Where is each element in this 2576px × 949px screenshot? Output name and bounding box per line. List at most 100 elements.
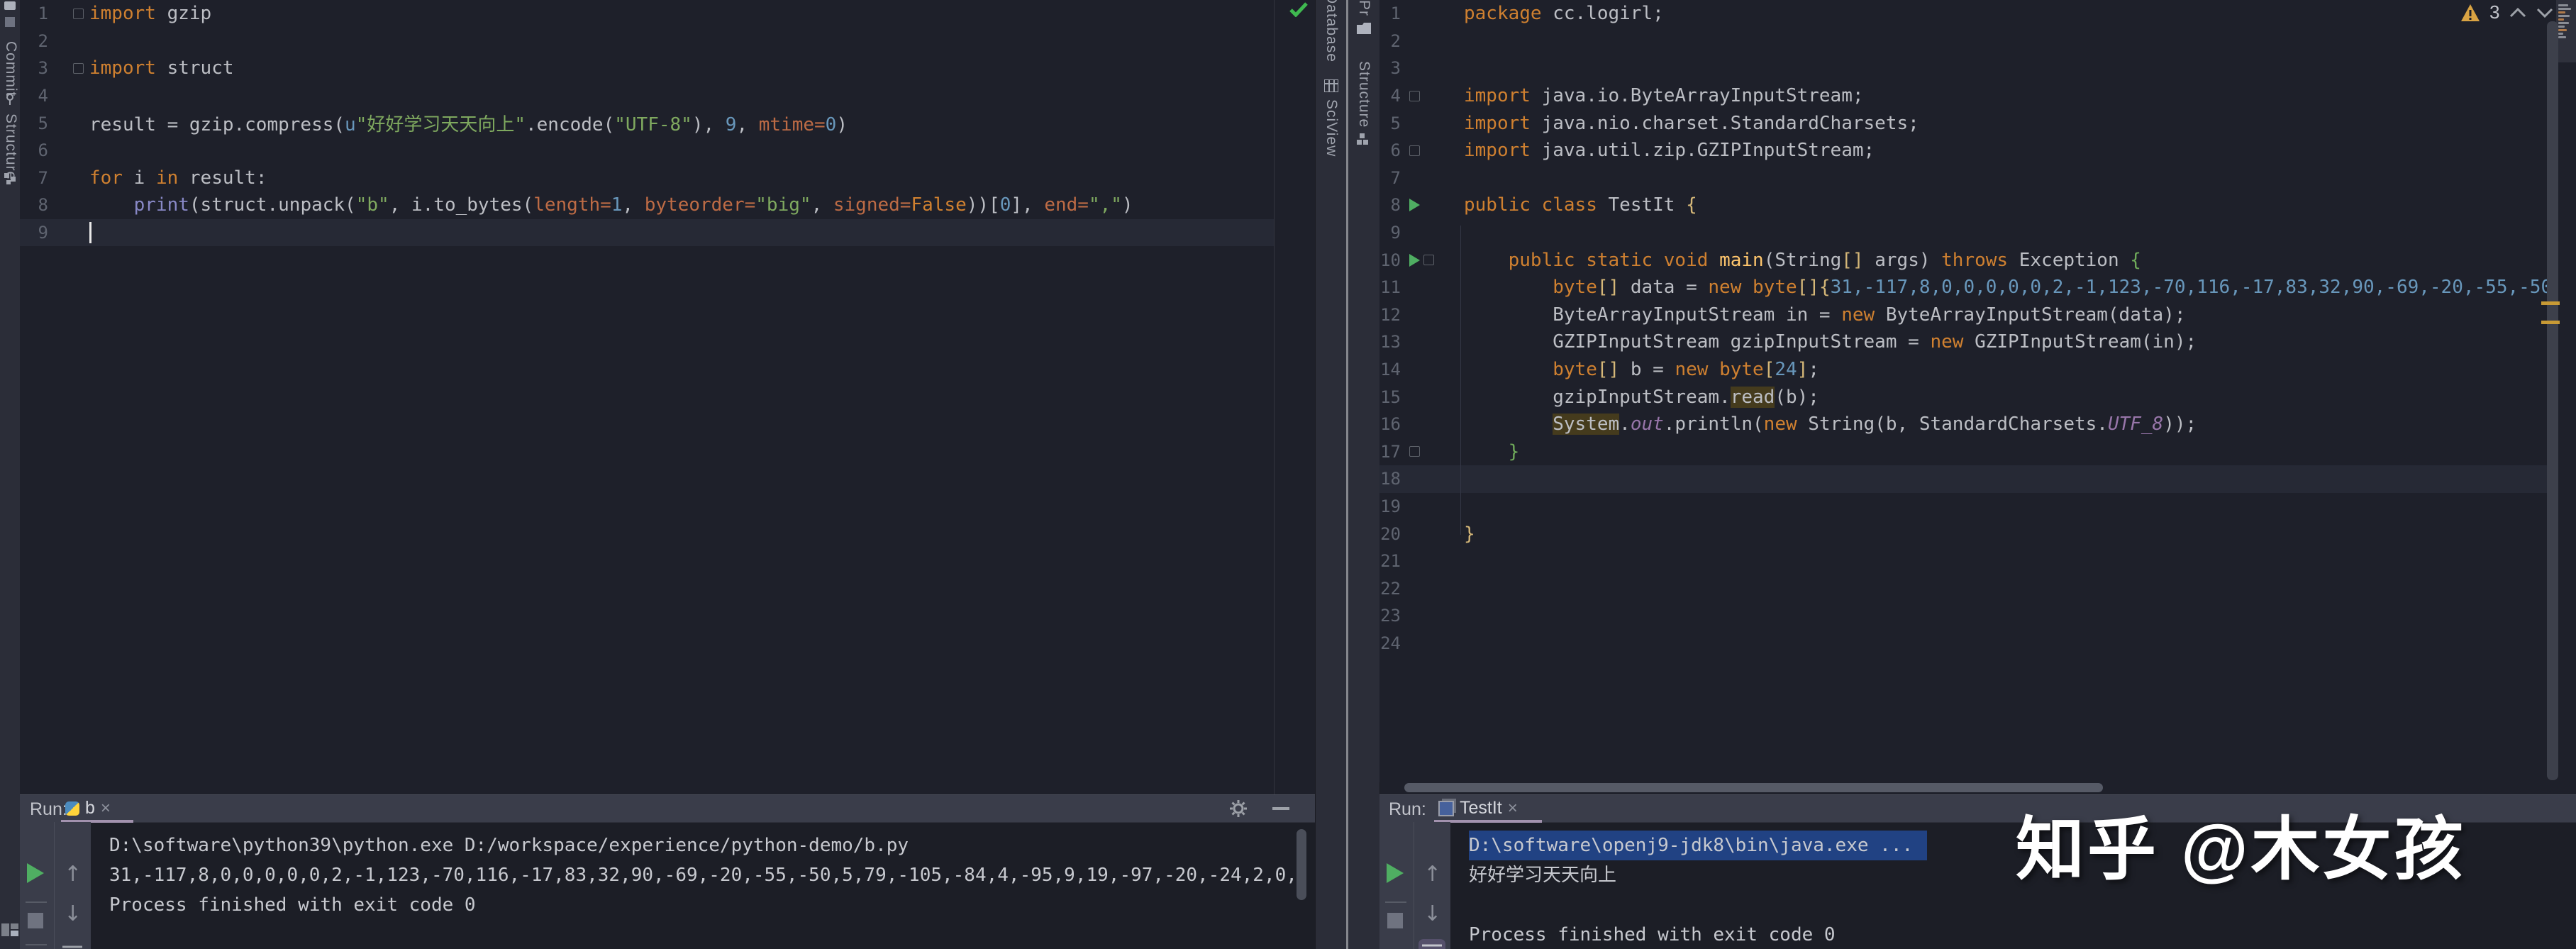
- sciview-table-icon[interactable]: [1324, 79, 1338, 92]
- fold-icon[interactable]: [1409, 145, 1420, 156]
- rerun-button[interactable]: [1387, 863, 1404, 883]
- code-token: 9: [726, 114, 737, 135]
- line-number[interactable]: 3: [20, 58, 48, 78]
- gutter-icons[interactable]: [48, 63, 89, 74]
- gear-icon[interactable]: [1230, 800, 1247, 817]
- line-number[interactable]: 14: [1379, 360, 1401, 379]
- line-number[interactable]: 13: [1379, 332, 1401, 352]
- line-number[interactable]: 6: [1379, 140, 1401, 160]
- fold-icon[interactable]: [1423, 255, 1434, 265]
- next-occurrence-icon[interactable]: ↓: [1423, 901, 1441, 926]
- line-number[interactable]: 20: [1379, 524, 1401, 544]
- code-token: b =: [1619, 359, 1675, 380]
- warning-stripe-mark[interactable]: [2541, 321, 2560, 324]
- rerun-button[interactable]: [27, 863, 44, 883]
- editor-scrollbar[interactable]: [2547, 21, 2558, 780]
- soft-wrap-icon[interactable]: [61, 944, 84, 949]
- prev-occurrence-icon[interactable]: ↑: [64, 862, 82, 887]
- sidebar-item-database[interactable]: Database: [1323, 0, 1340, 62]
- chevron-down-icon[interactable]: [2536, 8, 2553, 18]
- line-number[interactable]: 12: [1379, 305, 1401, 325]
- python-console[interactable]: D:\software\python39\python.exe D:/works…: [91, 822, 1301, 949]
- gutter-icons[interactable]: [1401, 145, 1464, 156]
- stop-button[interactable]: [1387, 913, 1403, 928]
- bookmark-icon[interactable]: [5, 17, 15, 27]
- inspection-widget[interactable]: 3: [2461, 1, 2553, 23]
- stop-button[interactable]: [28, 913, 43, 928]
- gutter-icons[interactable]: [1401, 199, 1464, 211]
- project-folder-icon[interactable]: [4, 1, 16, 10]
- gutter-icons[interactable]: [1401, 446, 1464, 457]
- horizontal-scrollbar[interactable]: [1404, 783, 2103, 792]
- next-occurrence-icon[interactable]: ↓: [64, 901, 82, 926]
- sidebar-item-structure[interactable]: Structure: [1355, 61, 1372, 128]
- warning-stripe-mark[interactable]: [2541, 301, 2560, 305]
- soft-wrap-toggle-active[interactable]: [1419, 939, 1445, 949]
- bottom-toolwindow-icon[interactable]: [1, 923, 18, 936]
- line-number[interactable]: 21: [1379, 551, 1401, 571]
- chevron-up-icon[interactable]: [2509, 8, 2526, 18]
- fold-icon[interactable]: [73, 63, 84, 74]
- python-editor[interactable]: 1import gzip23import struct45result = gz…: [20, 0, 1275, 794]
- line-number[interactable]: 10: [1379, 250, 1401, 270]
- run-gutter-icon[interactable]: [1409, 254, 1420, 267]
- line-number[interactable]: 9: [1379, 223, 1401, 243]
- line-number[interactable]: 6: [20, 140, 48, 160]
- line-number[interactable]: 4: [1379, 86, 1401, 106]
- console-scrollbar[interactable]: [1297, 829, 1306, 900]
- line-number[interactable]: 15: [1379, 387, 1401, 407]
- line-number[interactable]: 7: [1379, 168, 1401, 188]
- minimap-bar: [2558, 4, 2568, 6]
- fold-icon[interactable]: [1409, 91, 1420, 101]
- line-number[interactable]: 2: [20, 31, 48, 51]
- structure-icon[interactable]: [1357, 133, 1368, 145]
- line-number[interactable]: 4: [20, 86, 48, 106]
- run-gutter-icon[interactable]: [1409, 199, 1420, 211]
- inspections-ok-check-icon[interactable]: [1289, 1, 1308, 17]
- code-token: String(b, StandardCharsets.: [1797, 414, 2108, 435]
- gutter-icons[interactable]: [1401, 254, 1464, 267]
- sidebar-item-project[interactable]: Pr: [1355, 0, 1372, 16]
- line-number[interactable]: 2: [1379, 31, 1401, 51]
- line-number[interactable]: 24: [1379, 633, 1401, 653]
- close-icon[interactable]: ×: [1508, 799, 1518, 818]
- line-number[interactable]: 16: [1379, 414, 1401, 434]
- structure-icon[interactable]: [4, 173, 16, 184]
- gutter-icons[interactable]: [1401, 91, 1464, 101]
- line-number[interactable]: 1: [20, 4, 48, 23]
- line-number[interactable]: 9: [20, 223, 48, 243]
- line-number[interactable]: 22: [1379, 579, 1401, 599]
- fold-icon[interactable]: [1409, 446, 1420, 457]
- line-number[interactable]: 17: [1379, 442, 1401, 462]
- fold-icon[interactable]: [73, 9, 84, 19]
- line-number[interactable]: 11: [1379, 277, 1401, 297]
- line-number[interactable]: 5: [20, 113, 48, 133]
- sidebar-item-sciview[interactable]: SciView: [1323, 99, 1340, 157]
- line-number[interactable]: 18: [1379, 469, 1401, 489]
- code-token: ): [1122, 194, 1133, 216]
- run-tab-testit[interactable]: TestIt ×: [1438, 798, 1518, 818]
- line-number[interactable]: 19: [1379, 496, 1401, 516]
- project-folder-icon[interactable]: [1357, 23, 1371, 34]
- prev-occurrence-icon[interactable]: ↑: [1423, 862, 1441, 887]
- java-editor[interactable]: 1package cc.logirl;234import java.io.Byt…: [1379, 0, 2551, 782]
- minimap-bar: [2558, 33, 2563, 35]
- code-line: 1package cc.logirl;: [1379, 0, 2551, 28]
- line-number[interactable]: 7: [20, 168, 48, 188]
- code-token: (String: [1764, 250, 1842, 271]
- line-number[interactable]: 8: [20, 195, 48, 215]
- sidebar-item-structure[interactable]: Structure: [2, 113, 19, 180]
- commit-icon[interactable]: [4, 94, 16, 105]
- line-number[interactable]: 1: [1379, 4, 1401, 23]
- minimize-icon[interactable]: [1272, 807, 1289, 810]
- line-number[interactable]: 8: [1379, 195, 1401, 215]
- run-tab-b[interactable]: b ×: [65, 798, 111, 818]
- line-number[interactable]: 3: [1379, 58, 1401, 78]
- close-icon[interactable]: ×: [101, 799, 111, 818]
- code-token: byte: [1553, 359, 1597, 380]
- code-token: read: [1731, 387, 1775, 408]
- gutter-icons[interactable]: [48, 9, 89, 19]
- line-number[interactable]: 5: [1379, 113, 1401, 133]
- line-number[interactable]: 23: [1379, 606, 1401, 626]
- sidebar-item-commit[interactable]: Commit: [2, 41, 19, 96]
